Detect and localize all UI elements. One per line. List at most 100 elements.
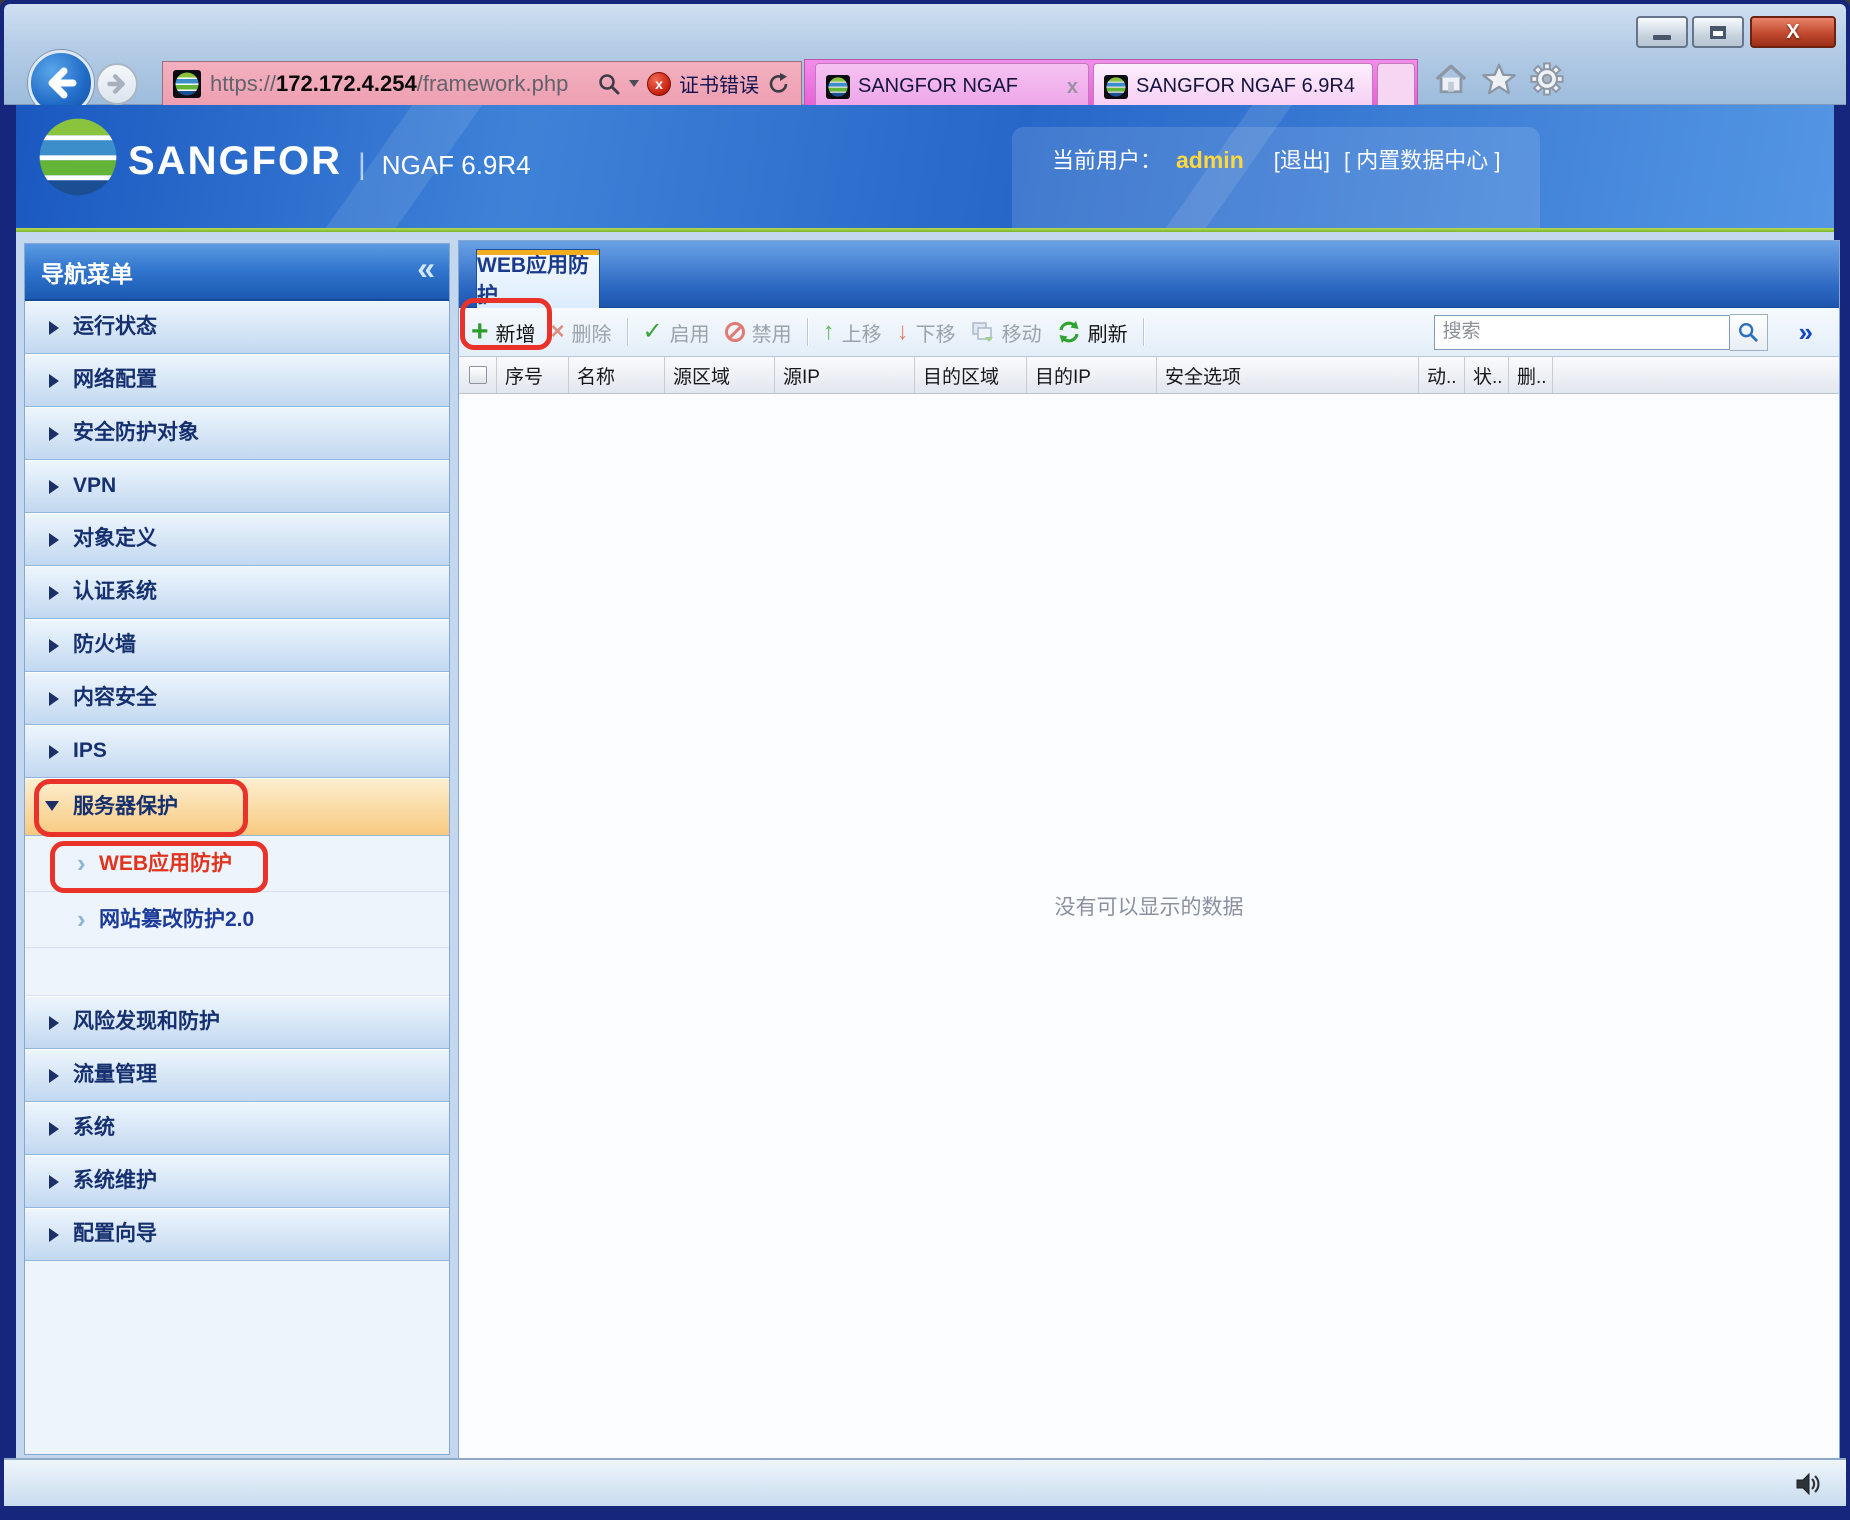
refresh-icon [1059,321,1079,343]
search-dropdown-caret-icon[interactable] [629,80,639,87]
sidebar-item-vpn[interactable]: VPN [25,460,449,513]
arrow-up-icon: ↑ [822,318,835,345]
home-icon[interactable] [1434,62,1468,96]
sidebar-item-config-wizard[interactable]: 配置向导 [25,1208,449,1261]
sidebar-item-object-definition[interactable]: 对象定义 [25,513,449,566]
search-input[interactable] [1433,314,1730,350]
expand-arrow-icon [49,1016,59,1030]
sidebar-item-running-status[interactable]: 运行状态 [25,301,449,354]
column-header-name[interactable]: 名称 [569,357,665,393]
column-header-action[interactable]: 动.. [1419,357,1465,393]
tab-favicon-icon [1104,74,1128,99]
sidebar-item-security-objects[interactable]: 安全防护对象 [25,407,449,460]
expand-arrow-icon [49,586,59,600]
plus-icon: + [471,315,489,348]
column-header-src-ip[interactable]: 源IP [775,357,915,393]
select-all-cell [459,357,497,393]
empty-state-text: 没有可以显示的数据 [1054,896,1244,919]
expand-arrow-icon [49,374,59,388]
page-favicon-icon [173,69,201,98]
sidebar-item-auth-system[interactable]: 认证系统 [25,566,449,619]
content-tabstrip: WEB应用防护 [459,241,1839,308]
column-header-src-zone[interactable]: 源区域 [665,357,775,393]
tab-sangfor-ngaf-69r4[interactable]: SANGFOR NGAF 6.9R4 [1093,63,1373,109]
sidebar-item-system[interactable]: 系统 [25,1102,449,1155]
sidebar-item-traffic-management[interactable]: 流量管理 [25,1049,449,1102]
sidebar-header: 导航菜单 « [25,244,449,301]
column-header-seq[interactable]: 序号 [497,357,569,393]
expand-arrow-icon [49,427,59,441]
delete-button[interactable]: × 删除 [551,318,612,347]
sidebar-title: 导航菜单 [41,260,133,287]
arrow-down-icon: ↓ [896,318,909,345]
close-icon: X [1786,20,1800,43]
column-header-dst-ip[interactable]: 目的IP [1027,357,1157,393]
add-button[interactable]: + 新增 [471,315,536,348]
favorites-star-icon[interactable] [1482,62,1516,96]
settings-gear-icon[interactable] [1530,62,1564,96]
more-options-button[interactable]: » [1799,317,1813,348]
status-bar [4,1458,1846,1506]
certificate-error-label[interactable]: 证书错误 [679,69,759,98]
certificate-error-icon[interactable]: x [647,71,671,96]
select-all-checkbox[interactable] [468,366,487,384]
refresh-page-icon[interactable] [767,72,791,96]
sidebar-item-ips[interactable]: IPS [25,725,449,778]
disable-button[interactable]: 禁用 [724,318,792,347]
expand-arrow-icon [49,533,59,547]
sidebar-item-content-security[interactable]: 内容安全 [25,672,449,725]
column-header-filler [1553,357,1839,393]
expand-arrow-icon [49,692,59,706]
sidebar-item-server-protection[interactable]: 服务器保护 [25,778,449,836]
move-button[interactable]: 移动 [971,318,1042,347]
expand-arrow-icon [49,1175,59,1189]
enable-button[interactable]: ✓ 启用 [643,318,710,347]
column-header-security-options[interactable]: 安全选项 [1157,357,1419,393]
block-icon [724,322,745,342]
minimize-button[interactable] [1636,16,1688,48]
search-magnifier-icon[interactable] [597,72,621,96]
url-text: https://172.172.4.254/framework.php [210,70,569,96]
magnifier-icon [1739,323,1758,342]
column-header-delete[interactable]: 删.. [1509,357,1553,393]
new-tab-stub[interactable] [1377,63,1415,109]
tab-close-icon[interactable]: x [1067,77,1078,97]
close-button[interactable]: X [1750,16,1836,48]
column-header-status[interactable]: 状.. [1465,357,1509,393]
current-user-label: 当前用户： [1052,148,1163,173]
forward-button[interactable] [96,63,138,105]
datacenter-link[interactable]: [ 内置数据中心 ] [1344,143,1500,175]
table-header: 序号 名称 源区域 源IP 目的区域 目的IP 安全选项 动.. 状.. 删.. [459,357,1839,394]
sidebar-item-firewall[interactable]: 防火墙 [25,619,449,672]
content-tab-web-app-protection[interactable]: WEB应用防护 [476,249,600,308]
expand-arrow-icon [49,745,59,759]
move-window-icon [971,322,993,342]
sidebar-collapse-icon[interactable]: « [417,250,435,287]
move-up-button[interactable]: ↑ 上移 [823,318,882,347]
product-version: NGAF 6.9R4 [381,150,531,180]
browser-window: X https://172.172.4.254/framework.php x … [0,0,1850,1520]
minimize-icon [1653,34,1671,40]
move-down-button[interactable]: ↓ 下移 [897,318,956,347]
maximize-icon [1710,25,1726,39]
speaker-icon[interactable] [1792,1468,1824,1500]
navigation-sidebar: 导航菜单 « 运行状态 网络配置 安全防护对象 VPN 对象定义 认证系统 防火… [24,243,450,1455]
sidebar-item-network-config[interactable]: 网络配置 [25,354,449,407]
sidebar-item-system-maintenance[interactable]: 系统维护 [25,1155,449,1208]
address-bar[interactable]: https://172.172.4.254/framework.php x 证书… [162,61,802,106]
sidebar-subitem-web-app-protection[interactable]: › WEB应用防护 [25,836,449,892]
sidebar-item-risk-discovery[interactable]: 风险发现和防护 [25,996,449,1049]
maximize-button[interactable] [1692,16,1744,48]
search-button[interactable] [1729,313,1768,351]
expand-arrow-icon [49,1069,59,1083]
logout-link[interactable]: [退出] [1274,143,1330,175]
tab-sangfor-ngaf[interactable]: SANGFOR NGAF x [815,63,1089,109]
expand-arrow-icon [49,321,59,335]
column-header-dst-zone[interactable]: 目的区域 [915,357,1027,393]
back-arrow-icon [48,67,77,99]
brand-name: SANGFOR [128,139,342,183]
refresh-button[interactable]: 刷新 [1057,318,1128,347]
sidebar-subitem-anti-defacement[interactable]: › 网站篡改防护2.0 [25,892,449,948]
forward-arrow-icon [107,74,125,94]
toolbar: + 新增 × 删除 ✓ 启用 禁用 ↑ 上移 ↓ 下移 移动 刷新 搜索 » [459,308,1839,357]
